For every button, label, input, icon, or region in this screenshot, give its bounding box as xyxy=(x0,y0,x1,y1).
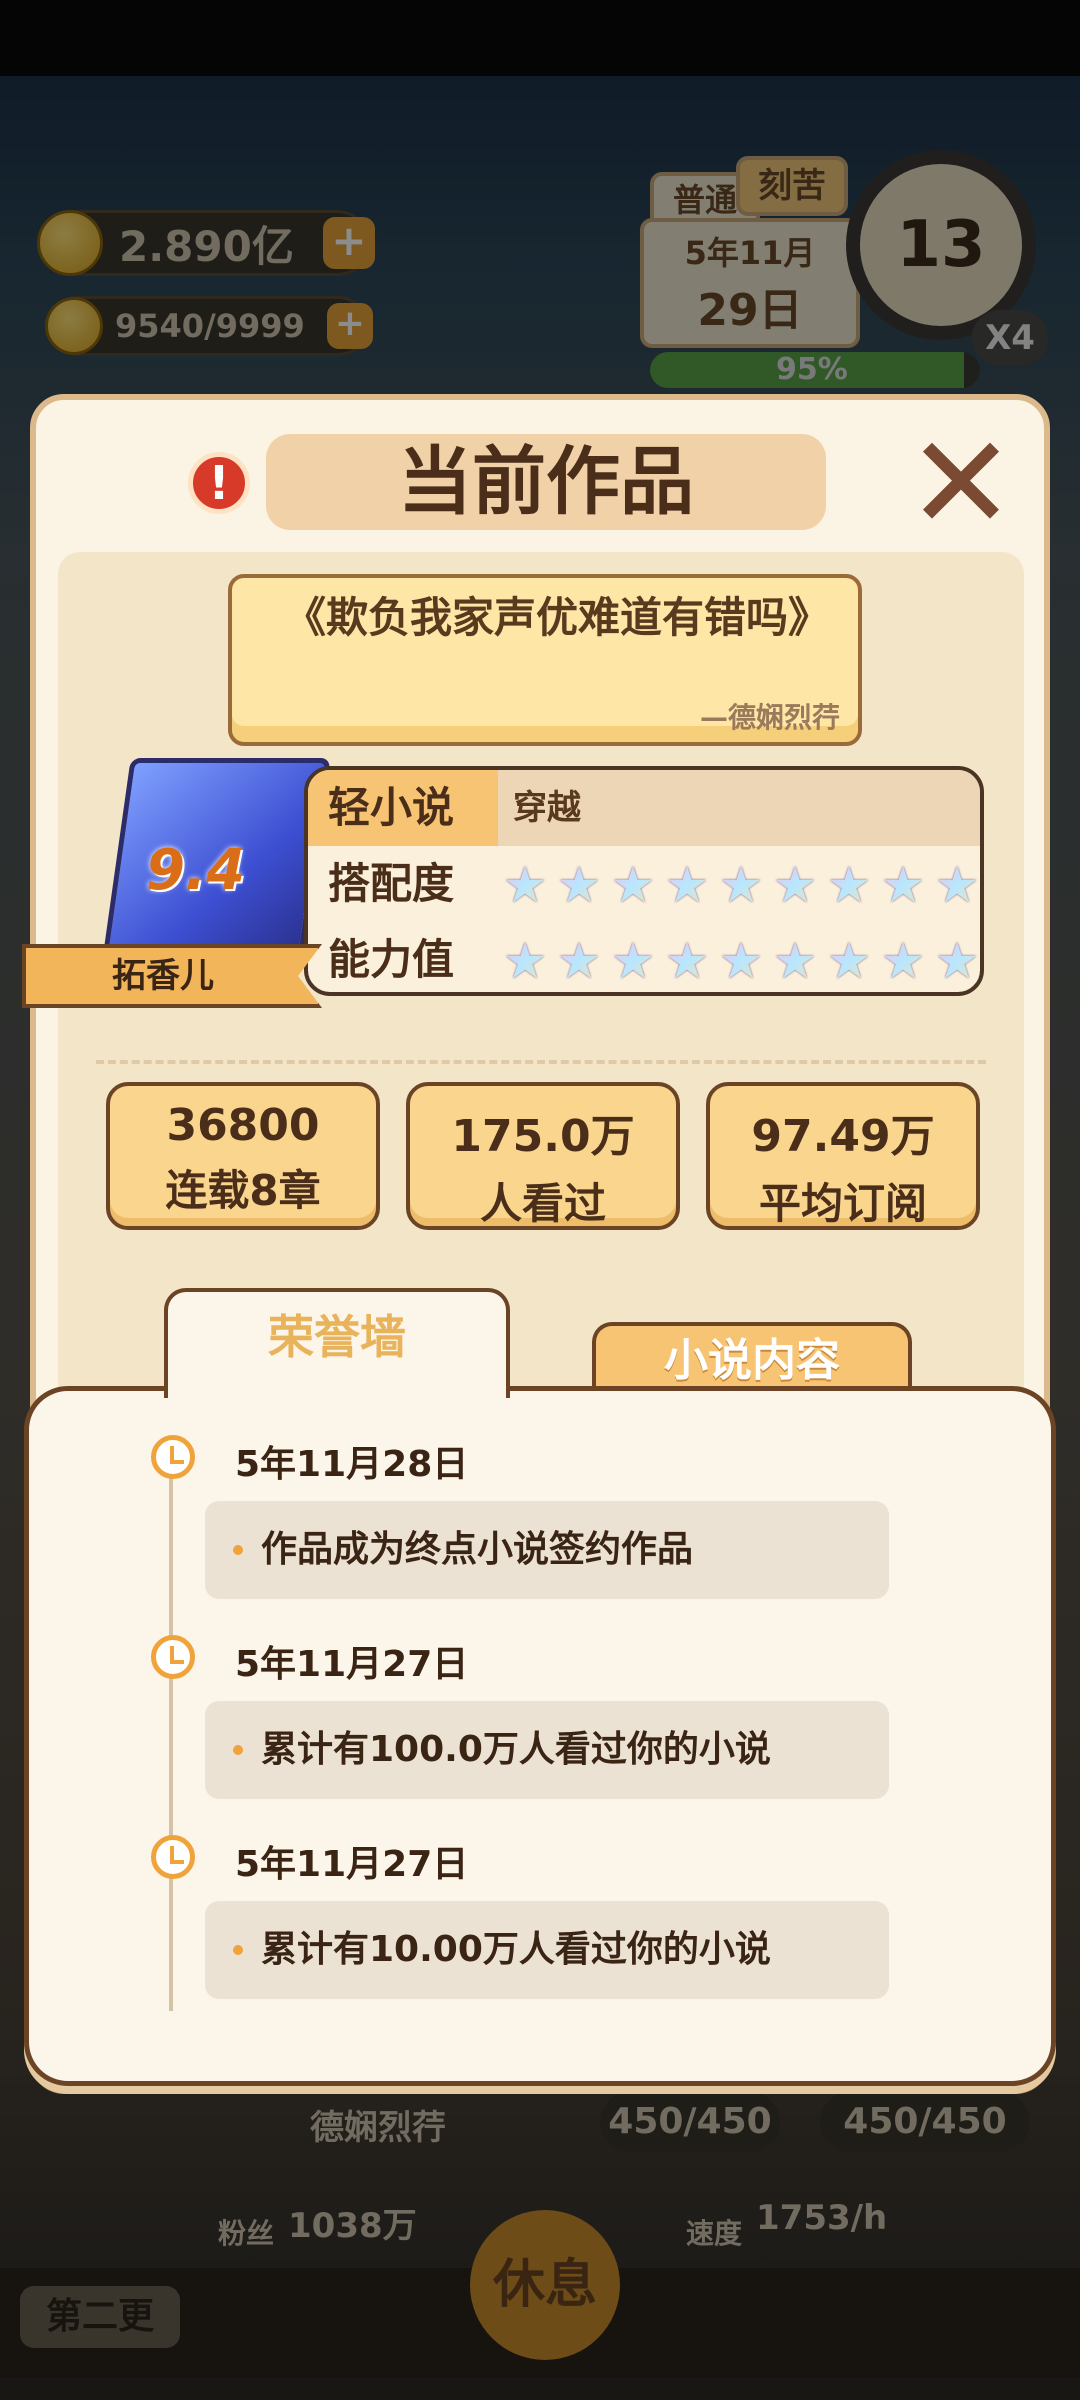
star-icon: ★ xyxy=(770,860,820,910)
current-work-dialog: ! 当前作品 ✕ 《欺负我家声优难道有错吗》 —德娴烈荇 9.4 轻小说 穿越 … xyxy=(22,394,1056,2086)
energy-counter[interactable]: 9540/9999 + xyxy=(45,296,373,356)
stat-value: 97.49万 xyxy=(751,1111,935,1162)
chapter-button[interactable]: 第二更 xyxy=(20,2286,180,2348)
event-text: 累计有10.00万人看过你的小说 xyxy=(205,1901,889,1999)
coin-counter[interactable]: 2.890亿 + xyxy=(37,210,375,276)
star-icon: ★ xyxy=(878,936,928,986)
stat-a-pill: 450/450 xyxy=(600,2092,780,2152)
novel-attributes: 轻小说 穿越 搭配度 ★ ★ ★ ★ ★ ★ ★ ★ ★ 能力值 ★ ★ ★ ★ ★ ★ ★ ★ ★ xyxy=(304,766,984,996)
event-text: 累计有100.0万人看过你的小说 xyxy=(205,1701,889,1799)
date-month: 5年11月 xyxy=(684,234,816,272)
match-stars: ★ ★ ★ ★ ★ ★ ★ ★ ★ xyxy=(500,860,980,910)
event-date: 5年11月28日 xyxy=(235,1444,469,1485)
progress-text: 95% xyxy=(776,352,848,387)
dialog-title: 当前作品 xyxy=(266,434,826,530)
star-icon: ★ xyxy=(500,936,550,986)
event-text: 作品成为终点小说签约作品 xyxy=(205,1501,889,1599)
author-name: 德娴烈荇 xyxy=(310,2108,446,2148)
star-icon: ★ xyxy=(932,936,980,986)
star-icon: ★ xyxy=(500,860,550,910)
genre-label: 轻小说 xyxy=(328,783,455,832)
clock-icon xyxy=(151,1835,195,1879)
match-label: 搭配度 xyxy=(328,859,455,908)
novel-title: 《欺负我家声优难道有错吗》 xyxy=(284,593,831,642)
novel-title-card: 《欺负我家声优难道有错吗》 —德娴烈荇 xyxy=(228,574,862,746)
star-icon: ★ xyxy=(878,860,928,910)
stat-card-views: 175.0万 人看过 xyxy=(406,1082,680,1230)
star-icon: ★ xyxy=(554,860,604,910)
novel-author: —德娴烈荇 xyxy=(699,701,840,734)
energy-icon xyxy=(45,297,103,355)
energy-value: 9540/9999 xyxy=(115,307,305,345)
character-name-ribbon: 拓香儿 xyxy=(22,944,322,1008)
fans-value: 1038万 xyxy=(288,2206,417,2246)
star-icon: ★ xyxy=(608,936,658,986)
star-icon: ★ xyxy=(770,936,820,986)
coin-icon xyxy=(37,210,103,276)
clock-icon xyxy=(151,1435,195,1479)
ability-label: 能力值 xyxy=(328,935,455,984)
stat-value: 36800 xyxy=(166,1100,320,1151)
star-icon: ★ xyxy=(554,936,604,986)
ability-row: 能力值 ★ ★ ★ ★ ★ ★ ★ ★ ★ xyxy=(308,922,980,992)
star-icon: ★ xyxy=(824,860,874,910)
date-card: 5年11月 29日 xyxy=(640,218,860,348)
speed-multiplier-button[interactable]: X4 xyxy=(972,310,1048,366)
honor-wall-panel[interactable]: 5年11月28日 作品成为终点小说签约作品 5年11月27日 累计有100.0万… xyxy=(24,1386,1056,2086)
star-icon: ★ xyxy=(716,936,766,986)
stat-b-pill: 450/450 xyxy=(820,2092,1030,2152)
timeline-line xyxy=(169,1451,173,2011)
stat-value: 175.0万 xyxy=(451,1111,635,1162)
rest-button[interactable]: 休息 xyxy=(470,2210,620,2360)
stat-label: 人看过 xyxy=(479,1179,606,1228)
stat-card-subscriptions: 97.49万 平均订阅 xyxy=(706,1082,980,1230)
ability-stars: ★ ★ ★ ★ ★ ★ ★ ★ ★ xyxy=(500,936,980,986)
add-coin-button[interactable]: + xyxy=(323,217,375,269)
fans-label: 粉丝 xyxy=(218,2217,275,2250)
event-date: 5年11月27日 xyxy=(235,1644,469,1685)
speed-value: 1753/h xyxy=(756,2198,888,2238)
stat-label: 连载8章 xyxy=(165,1166,321,1215)
star-icon: ★ xyxy=(824,936,874,986)
star-icon: ★ xyxy=(608,860,658,910)
clock-icon xyxy=(151,1635,195,1679)
match-row: 搭配度 ★ ★ ★ ★ ★ ★ ★ ★ ★ xyxy=(308,846,980,922)
genre-row: 轻小说 穿越 xyxy=(308,770,980,846)
speed-label: 速度 xyxy=(686,2217,743,2250)
mode-tab-hard[interactable]: 刻苦 xyxy=(736,156,848,216)
close-button[interactable]: ✕ xyxy=(906,418,1016,548)
alert-icon[interactable]: ! xyxy=(188,452,250,514)
event-date: 5年11月27日 xyxy=(235,1844,469,1885)
star-icon: ★ xyxy=(932,860,980,910)
star-icon: ★ xyxy=(662,936,712,986)
clock-number: 13 xyxy=(896,208,986,282)
stat-label: 平均订阅 xyxy=(758,1179,927,1228)
add-energy-button[interactable]: + xyxy=(327,303,373,349)
book-score: 9.4 xyxy=(146,838,246,903)
date-day: 29日 xyxy=(697,285,803,336)
stat-card-words: 36800 连载8章 xyxy=(106,1082,380,1230)
coin-value: 2.890亿 xyxy=(119,221,294,271)
divider xyxy=(96,1060,986,1064)
subgenre-label: 穿越 xyxy=(513,788,581,828)
tab-honor-wall[interactable]: 荣誉墙 xyxy=(164,1288,510,1398)
star-icon: ★ xyxy=(662,860,712,910)
star-icon: ★ xyxy=(716,860,766,910)
